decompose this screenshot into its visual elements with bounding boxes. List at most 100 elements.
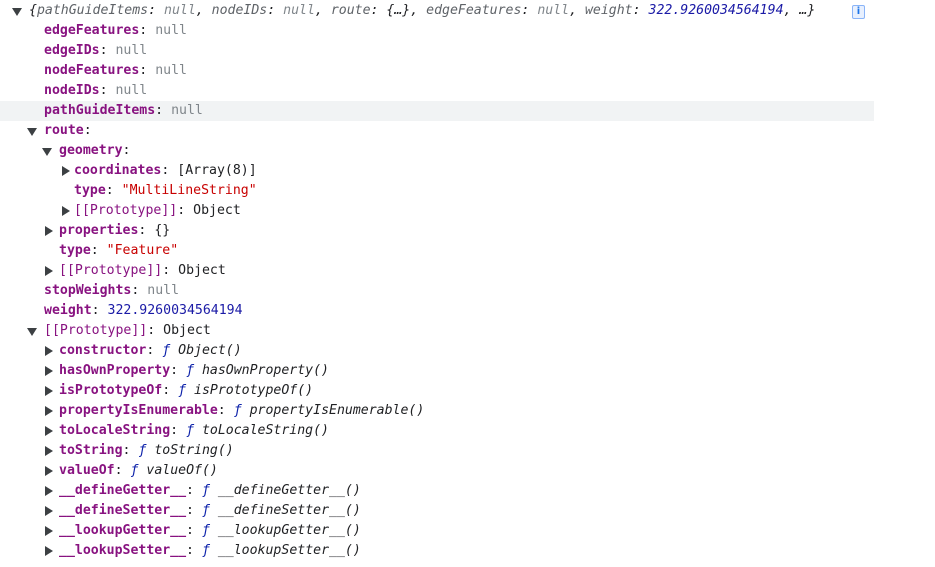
summary-value: 322.9260034564194: [648, 3, 784, 18]
property-space: [178, 423, 186, 438]
function-glyph-icon: ƒ: [201, 483, 210, 498]
expand-arrow-icon[interactable]: [45, 466, 53, 476]
property-key: weight: [44, 303, 92, 318]
property-row-geometry[interactable]: geometry:: [0, 141, 935, 161]
property-space: [114, 183, 122, 198]
property-row-nodeids: nodeIDs: null: [0, 81, 935, 101]
property-row-constructor[interactable]: constructor: ƒ Object(): [0, 341, 935, 361]
expand-arrow-icon[interactable]: [45, 406, 53, 416]
property-key: __lookupSetter__: [59, 543, 187, 558]
expand-arrow-icon[interactable]: [62, 206, 70, 216]
summary-key: nodeIDs: [211, 3, 268, 18]
property-text: pathGuideItems: null: [44, 101, 203, 121]
expand-arrow-icon[interactable]: [12, 8, 22, 16]
property-space: [242, 403, 250, 418]
expand-arrow-icon[interactable]: [45, 546, 53, 556]
property-space: [194, 523, 202, 538]
summary-key: weight: [584, 3, 633, 18]
info-icon[interactable]: i: [852, 5, 865, 19]
property-text: properties: {}: [59, 221, 170, 241]
property-row-prototype[interactable]: [[Prototype]]: Object: [0, 261, 935, 281]
function-signature: valueOf(): [146, 463, 218, 478]
property-text: propertyIsEnumerable: ƒ propertyIsEnumer…: [59, 401, 424, 421]
property-space: [178, 363, 186, 378]
property-colon: :: [186, 543, 194, 558]
property-colon: :: [162, 263, 171, 278]
property-row-definesetter[interactable]: __defineSetter__: ƒ __defineSetter__(): [0, 501, 935, 521]
property-key: valueOf: [59, 463, 115, 478]
summary-colon: :: [148, 3, 157, 18]
summary-open-brace: {: [29, 3, 37, 18]
property-space: [210, 543, 218, 558]
property-row-prototype[interactable]: [[Prototype]]: Object: [0, 321, 935, 341]
property-row-tolocalestring[interactable]: toLocaleString: ƒ toLocaleString(): [0, 421, 935, 441]
property-text: __lookupSetter__: ƒ __lookupSetter__(): [59, 541, 361, 561]
expand-arrow-icon[interactable]: [45, 226, 53, 236]
expand-arrow-icon[interactable]: [45, 506, 53, 516]
property-value: "Feature": [106, 243, 179, 258]
property-row-prototype[interactable]: [[Prototype]]: Object: [0, 201, 935, 221]
property-space: [194, 363, 202, 378]
property-colon: :: [155, 103, 164, 118]
property-row-tostring[interactable]: toString: ƒ toString(): [0, 441, 935, 461]
property-row-definegetter[interactable]: __defineGetter__: ƒ __defineGetter__(): [0, 481, 935, 501]
summary-value: null: [537, 3, 570, 18]
expand-arrow-icon[interactable]: [45, 386, 53, 396]
property-space: [99, 243, 107, 258]
property-colon: :: [217, 403, 226, 418]
property-space: [163, 103, 171, 118]
property-space: [147, 23, 155, 38]
summary-value: null: [283, 3, 315, 18]
property-row-route[interactable]: route:: [0, 121, 935, 141]
property-text: hasOwnProperty: ƒ hasOwnProperty(): [59, 361, 329, 381]
expand-arrow-icon[interactable]: [45, 346, 53, 356]
summary-key: edgeFeatures: [426, 3, 522, 18]
property-space: [194, 483, 202, 498]
collapse-arrow-icon[interactable]: [42, 148, 52, 156]
expand-arrow-icon[interactable]: [45, 526, 53, 536]
property-row-isprototypeof[interactable]: isPrototypeOf: ƒ isPrototypeOf(): [0, 381, 935, 401]
property-colon: :: [170, 423, 179, 438]
property-text: __defineSetter__: ƒ __defineSetter__(): [59, 501, 361, 521]
property-row-hasownproperty[interactable]: hasOwnProperty: ƒ hasOwnProperty(): [0, 361, 935, 381]
property-key: type: [74, 183, 106, 198]
property-row-propertyisenumerable[interactable]: propertyIsEnumerable: ƒ propertyIsEnumer…: [0, 401, 935, 421]
expand-arrow-icon[interactable]: [62, 166, 70, 176]
property-row-lookupsetter[interactable]: __lookupSetter__: ƒ __lookupSetter__(): [0, 541, 935, 561]
console-object-tree: {pathGuideItems: null, nodeIDs: null, ro…: [0, 1, 935, 561]
property-text: coordinates: [Array(8)]: [74, 161, 257, 181]
collapse-arrow-icon[interactable]: [27, 128, 37, 136]
property-text: geometry:: [59, 141, 130, 161]
expand-arrow-icon[interactable]: [45, 426, 53, 436]
property-row-coordinates[interactable]: coordinates: [Array(8)]: [0, 161, 935, 181]
property-text: nodeFeatures: null: [44, 61, 187, 81]
property-text: toString: ƒ toString(): [59, 441, 234, 461]
function-glyph-icon: ƒ: [186, 363, 195, 378]
property-row-valueof[interactable]: valueOf: ƒ valueOf(): [0, 461, 935, 481]
property-space: [194, 503, 202, 518]
property-row-properties[interactable]: properties: {}: [0, 221, 935, 241]
property-value: null: [155, 63, 187, 78]
property-value: [Array(8)]: [177, 163, 257, 178]
expand-arrow-icon[interactable]: [45, 266, 53, 276]
expand-arrow-icon[interactable]: [45, 486, 53, 496]
object-summary-row[interactable]: {pathGuideItems: null, nodeIDs: null, ro…: [0, 1, 935, 21]
property-text: edgeIDs: null: [44, 41, 147, 61]
collapse-arrow-icon[interactable]: [27, 328, 37, 336]
function-signature: toString(): [154, 443, 234, 458]
property-key: __defineGetter__: [59, 483, 187, 498]
function-signature: __lookupGetter__(): [217, 523, 361, 538]
summary-separator: ,: [410, 3, 427, 18]
object-summary-text: {pathGuideItems: null, nodeIDs: null, ro…: [29, 1, 815, 21]
property-text: edgeFeatures: null: [44, 21, 187, 41]
property-value: null: [155, 23, 187, 38]
property-key: pathGuideItems: [44, 103, 156, 118]
property-key: isPrototypeOf: [59, 383, 163, 398]
property-space: [170, 263, 178, 278]
expand-arrow-icon[interactable]: [45, 446, 53, 456]
property-key: geometry: [59, 143, 123, 158]
expand-arrow-icon[interactable]: [45, 366, 53, 376]
property-text: constructor: ƒ Object(): [59, 341, 242, 361]
property-row-lookupgetter[interactable]: __lookupGetter__: ƒ __lookupGetter__(): [0, 521, 935, 541]
property-value: null: [147, 283, 180, 298]
